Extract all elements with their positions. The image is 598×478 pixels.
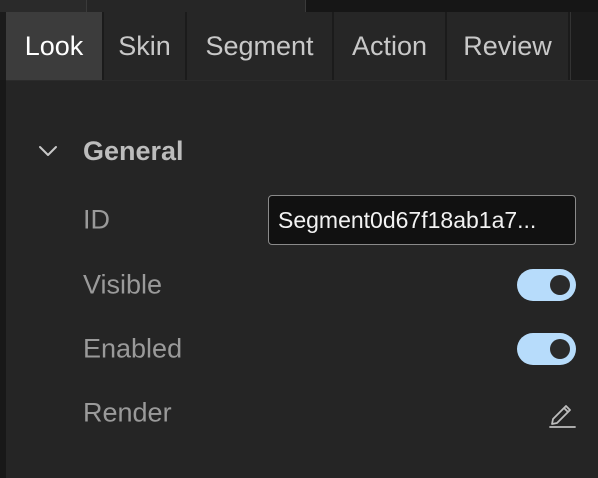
section-title: General [83,135,184,166]
id-field[interactable]: Segment0d67f18ab1a7... [268,195,576,245]
chevron-down-icon [39,146,57,156]
top-strip-segment [86,0,306,12]
property-row-render: Render [83,388,583,438]
property-row-visible: Visible [83,260,583,310]
top-strip-segment [306,0,598,12]
tab-skin[interactable]: Skin [104,12,187,80]
tab-action[interactable]: Action [334,12,447,80]
tab-look[interactable]: Look [6,12,104,80]
tab-bar: Look Skin Segment Action Review [0,12,598,81]
property-label-enabled: Enabled [83,333,183,364]
tab-bar-spacer [570,12,598,80]
toggle-knob [550,339,570,359]
section-general-header[interactable]: General [36,133,184,169]
property-row-id: ID Segment0d67f18ab1a7... [83,195,583,245]
toggle-knob [550,275,570,295]
enabled-toggle[interactable] [517,333,576,365]
pencil-edit-icon[interactable] [547,398,577,428]
top-strip [0,0,598,12]
properties-panel: Look Skin Segment Action Review General … [0,0,598,478]
property-row-enabled: Enabled [83,324,583,374]
property-label-id: ID [83,204,110,235]
top-strip-segment [0,0,86,12]
tab-segment[interactable]: Segment [187,12,334,80]
visible-toggle[interactable] [517,269,576,301]
look-panel-content: General ID Segment0d67f18ab1a7... Visibl… [6,81,598,478]
tab-review[interactable]: Review [447,12,570,80]
property-label-visible: Visible [83,269,163,300]
property-label-render: Render [83,397,172,428]
